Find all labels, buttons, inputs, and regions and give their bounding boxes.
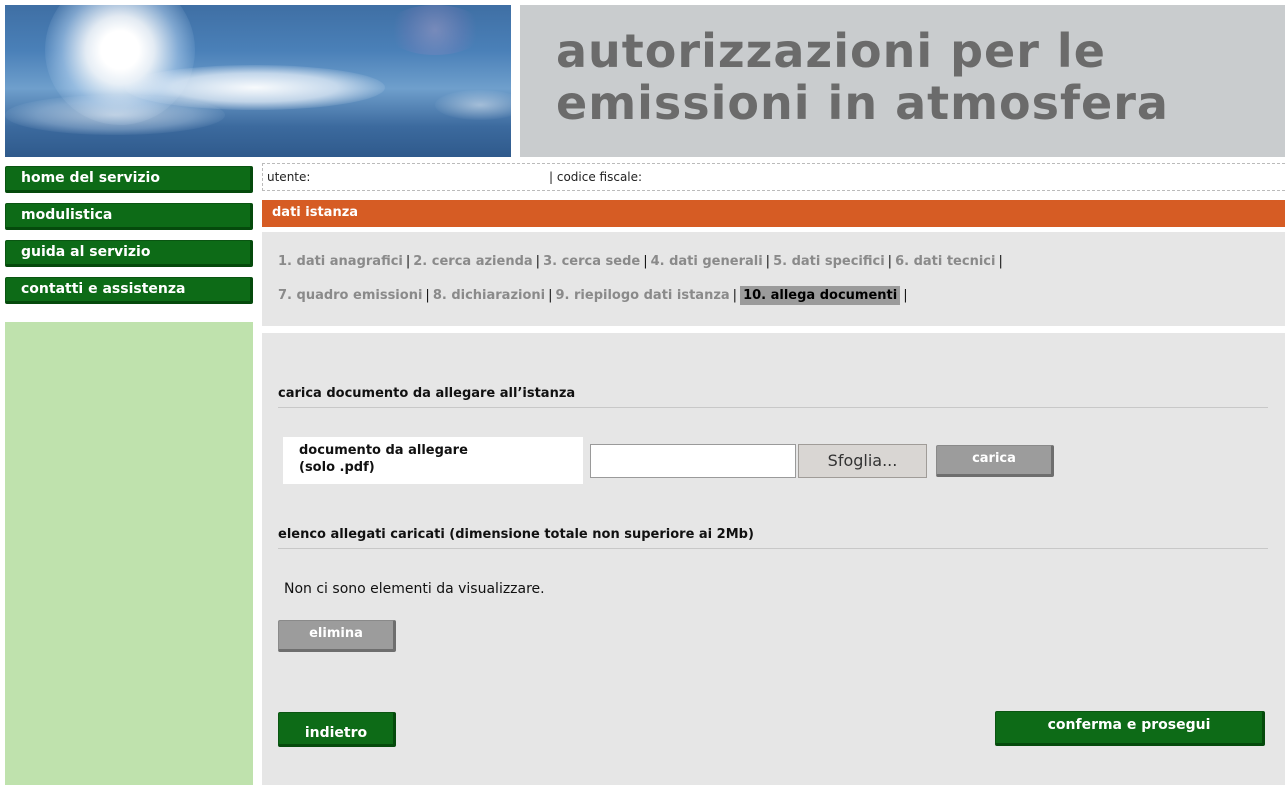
user-info-bar: utente: | codice fiscale: xyxy=(262,163,1285,191)
cloud-graphic xyxy=(435,90,511,120)
page-title-line2: emissioni in atmosfera xyxy=(556,76,1169,130)
step-dati-generali[interactable]: 4. dati generali xyxy=(651,254,763,269)
step-cerca-sede[interactable]: 3. cerca sede xyxy=(543,254,640,269)
user-label: utente: xyxy=(267,170,311,184)
lens-flare-graphic xyxy=(385,5,485,55)
empty-list-message: Non ci sono elementi da visualizzare. xyxy=(284,581,545,597)
step-dichiarazioni[interactable]: 8. dichiarazioni xyxy=(433,288,545,303)
browse-button[interactable]: Sfoglia... xyxy=(798,444,927,478)
nav-contatti-e-assistenza[interactable]: contatti e assistenza xyxy=(5,277,253,304)
main-content: carica documento da allegare all’istanza… xyxy=(262,333,1285,785)
step-riepilogo-dati-istanza[interactable]: 9. riepilogo dati istanza xyxy=(556,288,730,303)
cloud-graphic xyxy=(125,65,385,110)
section-header-title: dati istanza xyxy=(272,205,359,220)
upload-button[interactable]: carica xyxy=(936,445,1054,477)
file-path-input[interactable] xyxy=(590,444,796,478)
upload-label-line1: documento da allegare xyxy=(299,443,468,458)
step-dati-anagrafici[interactable]: 1. dati anagrafici xyxy=(278,254,403,269)
attachments-section-title: elenco allegati caricati (dimensione tot… xyxy=(278,527,1268,549)
nav-guida-al-servizio[interactable]: guida al servizio xyxy=(5,240,253,267)
confirm-continue-button[interactable]: conferma e prosegui xyxy=(995,711,1265,746)
header-title-panel: autorizzazioni per le emissioni in atmos… xyxy=(520,5,1285,157)
sidebar-nav: home del servizio modulistica guida al s… xyxy=(5,166,253,314)
back-button[interactable]: indietro xyxy=(278,712,396,747)
section-header-bar: dati istanza xyxy=(262,200,1285,227)
step-quadro-emissioni[interactable]: 7. quadro emissioni xyxy=(278,288,422,303)
nav-home-del-servizio[interactable]: home del servizio xyxy=(5,166,253,193)
header-sky-image xyxy=(5,5,511,157)
nav-modulistica[interactable]: modulistica xyxy=(5,203,253,230)
sidebar-filler xyxy=(5,322,253,785)
step-dati-tecnici[interactable]: 6. dati tecnici xyxy=(895,254,995,269)
step-dati-specifici[interactable]: 5. dati specifici xyxy=(773,254,885,269)
upload-field-label: documento da allegare (solo .pdf) xyxy=(283,437,583,484)
wizard-steps: 1. dati anagrafici | 2. cerca azienda | 3. c… xyxy=(262,232,1285,326)
page-title: autorizzazioni per le emissioni in atmos… xyxy=(556,25,1169,129)
fiscal-code-label: | codice fiscale: xyxy=(549,170,643,184)
wizard-steps-row: 7. quadro emissioni | 8. dichiarazioni | 9. … xyxy=(278,286,908,305)
page-title-line1: autorizzazioni per le xyxy=(556,24,1106,78)
upload-section-title: carica documento da allegare all’istanza xyxy=(278,386,1268,408)
upload-label-line2: (solo .pdf) xyxy=(299,460,375,475)
step-allega-documenti[interactable]: 10. allega documenti xyxy=(740,286,901,305)
step-cerca-azienda[interactable]: 2. cerca azienda xyxy=(413,254,532,269)
wizard-steps-row: 1. dati anagrafici | 2. cerca azienda | 3. c… xyxy=(278,254,1003,269)
delete-button[interactable]: elimina xyxy=(278,620,396,652)
